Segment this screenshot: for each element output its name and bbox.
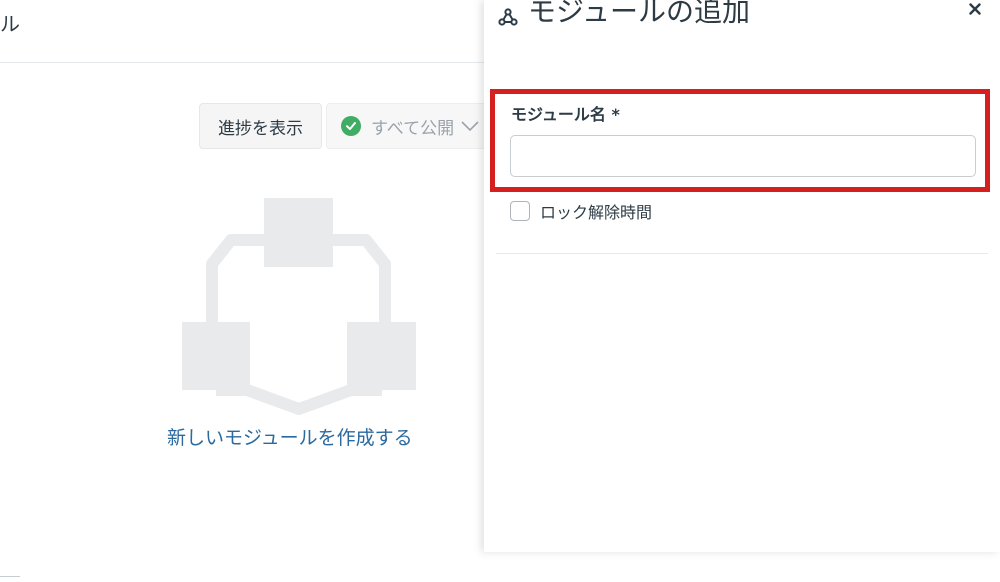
check-circle-icon: [341, 116, 361, 136]
module-name-label: モジュール名 *: [511, 105, 620, 124]
chevron-down-icon: [460, 119, 480, 133]
close-icon: [969, 3, 981, 15]
page-title: ル: [0, 12, 20, 36]
modules-page: ル 進捗を表示 すべて公開 新しいモジュールを作成する: [0, 0, 484, 582]
lock-until-label: ロック解除時間: [540, 203, 653, 222]
tray-header: モジュールの追加: [498, 0, 750, 30]
publish-all-label: すべて公開: [371, 118, 455, 139]
create-module-link[interactable]: 新しいモジュールを作成する: [167, 423, 413, 450]
view-progress-button[interactable]: 進捗を表示: [199, 103, 322, 149]
bottom-divider-stub: [0, 576, 20, 577]
close-tray-button[interactable]: [966, 0, 984, 18]
modules-empty-illustration: [182, 198, 416, 416]
view-progress-label: 進捗を表示: [218, 118, 303, 139]
publish-all-button[interactable]: すべて公開: [326, 103, 484, 149]
add-module-tray: モジュールの追加 モジュール名 * ロック解除時間: [484, 0, 1000, 552]
module-name-input[interactable]: [510, 135, 976, 177]
modules-icon: [498, 7, 518, 27]
lock-until-checkbox-row[interactable]: ロック解除時間: [510, 199, 652, 223]
header-divider: [0, 62, 484, 63]
tray-title: モジュールの追加: [528, 0, 751, 28]
tray-section-divider: [496, 253, 988, 254]
lock-until-checkbox[interactable]: [510, 201, 530, 221]
